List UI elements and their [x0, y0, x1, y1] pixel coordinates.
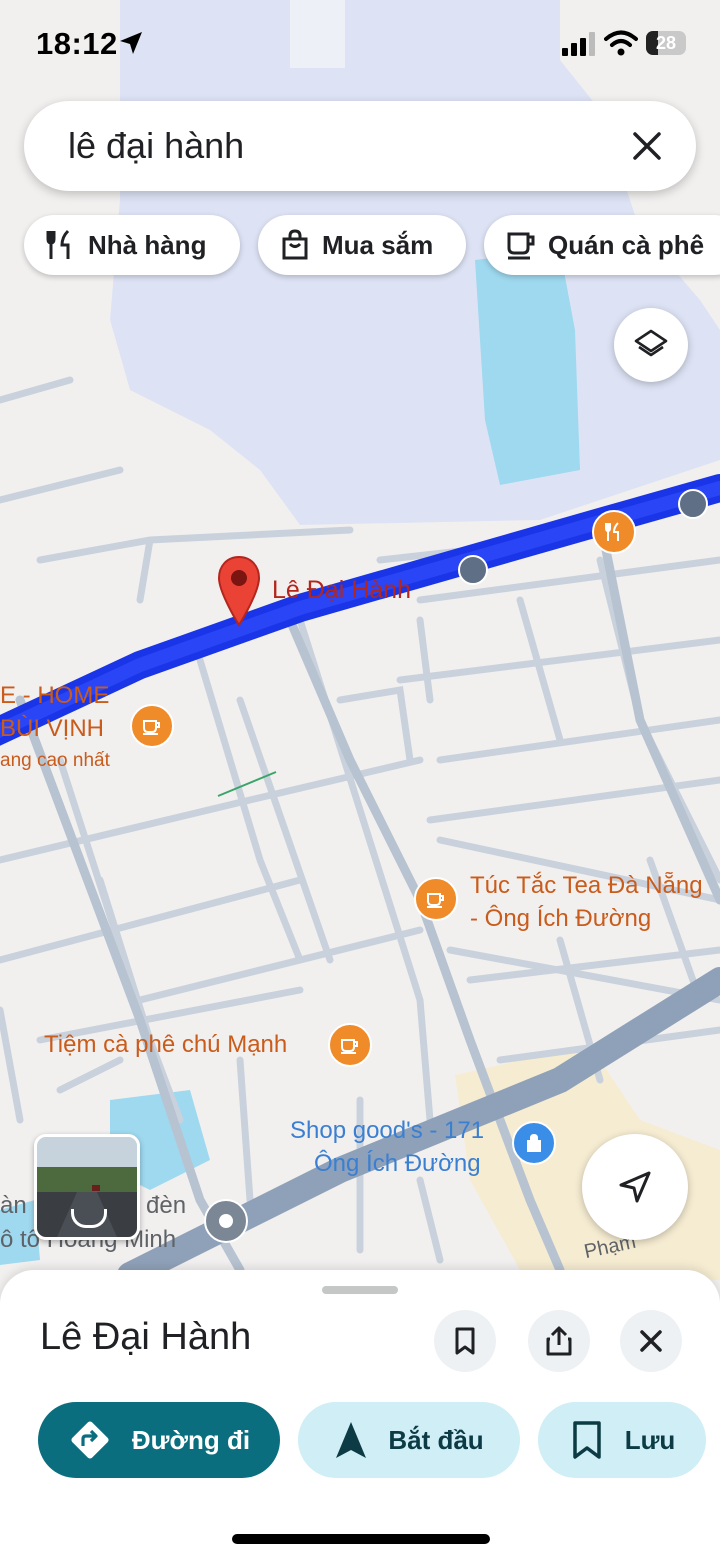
- battery-level: 28: [655, 33, 677, 53]
- place-pin-marker[interactable]: [217, 555, 261, 627]
- selected-place-label: Lê Đại Hành: [272, 576, 411, 604]
- layers-button[interactable]: [614, 308, 688, 382]
- battery-icon: 28: [646, 31, 686, 55]
- poi-label-shop-line2: Ông Ích Đường: [314, 1150, 481, 1177]
- search-input[interactable]: lê đại hành: [68, 125, 244, 167]
- restaurant-icon: [46, 229, 70, 259]
- location-arrow-icon: [120, 32, 142, 54]
- chip-shopping[interactable]: Mua sắm: [258, 215, 466, 275]
- poi-label-shop-line1: Shop good's - 171: [290, 1117, 485, 1144]
- home-indicator[interactable]: [232, 1534, 490, 1544]
- poi-label-tuc-tac-line1: Túc Tắc Tea Đà Nẵng: [470, 872, 703, 899]
- place-title: Lê Đại Hành: [40, 1316, 252, 1358]
- shopping-bag-icon: [282, 229, 308, 260]
- status-time: 18:12: [36, 26, 118, 61]
- share-icon: [546, 1326, 572, 1356]
- share-button[interactable]: [528, 1310, 590, 1372]
- close-sheet-button[interactable]: [620, 1310, 682, 1372]
- save-button[interactable]: Lưu: [538, 1402, 706, 1478]
- place-bottom-sheet[interactable]: Lê Đại Hành Đường đi Bắt đầu Lưu: [0, 1270, 720, 1559]
- start-button[interactable]: Bắt đầu: [298, 1402, 520, 1478]
- bookmark-icon: [455, 1327, 475, 1355]
- navigation-arrow-icon: [336, 1422, 367, 1458]
- restaurant-poi-icon[interactable]: [592, 510, 636, 554]
- poi-label-hoang-minh-line1b: đèn: [146, 1192, 187, 1219]
- bus-stop-icon[interactable]: [458, 555, 488, 585]
- coffee-icon: [507, 232, 535, 260]
- bus-stop-icon[interactable]: [678, 489, 708, 519]
- bookmark-icon: [572, 1421, 601, 1459]
- coffee-poi-icon[interactable]: [130, 704, 174, 748]
- coffee-poi-icon[interactable]: [328, 1023, 372, 1067]
- bookmark-button[interactable]: [434, 1310, 496, 1372]
- poi-label-tuc-tac-line2: - Ông Ích Đường: [470, 905, 652, 932]
- chip-coffee[interactable]: Quán cà phê: [484, 215, 720, 275]
- chip-label: Nhà hàng: [88, 229, 207, 260]
- shopping-poi-icon[interactable]: [512, 1121, 556, 1165]
- poi-label-home-line3: ang cao nhất: [0, 750, 110, 771]
- search-bar[interactable]: lê đại hành: [24, 101, 696, 191]
- sheet-drag-handle[interactable]: [322, 1286, 398, 1294]
- poi-label-tiem-ca-phe: Tiệm cà phê chú Mạnh: [44, 1031, 288, 1058]
- chip-restaurants[interactable]: Nhà hàng: [24, 215, 240, 275]
- generic-poi-icon[interactable]: [204, 1199, 248, 1243]
- status-bar: 18:12 28: [0, 0, 720, 90]
- poi-label-home-line1: E - HOME: [0, 682, 110, 709]
- poi-label-hoang-minh-line1: àn: [0, 1192, 27, 1219]
- chip-label: Mua sắm: [322, 229, 434, 260]
- directions-label: Đường đi: [131, 1424, 251, 1455]
- wifi-icon: [604, 30, 638, 56]
- clear-search-button[interactable]: [626, 125, 668, 167]
- chip-label: Quán cà phê: [548, 229, 705, 260]
- my-location-button[interactable]: [582, 1134, 688, 1240]
- navigation-arrow-icon: [619, 1171, 651, 1203]
- layers-icon: [634, 329, 668, 357]
- directions-button[interactable]: Đường đi: [38, 1402, 280, 1478]
- street-view-thumbnail[interactable]: [34, 1134, 140, 1240]
- coffee-poi-icon[interactable]: [414, 877, 458, 921]
- save-label: Lưu: [624, 1424, 676, 1455]
- start-label: Bắt đầu: [388, 1424, 484, 1455]
- poi-label-home-line2: BÙI VỊNH: [0, 715, 105, 742]
- close-icon: [640, 1330, 662, 1352]
- cellular-signal-icon: [562, 32, 595, 56]
- close-icon: [633, 132, 661, 160]
- directions-icon: [71, 1421, 109, 1459]
